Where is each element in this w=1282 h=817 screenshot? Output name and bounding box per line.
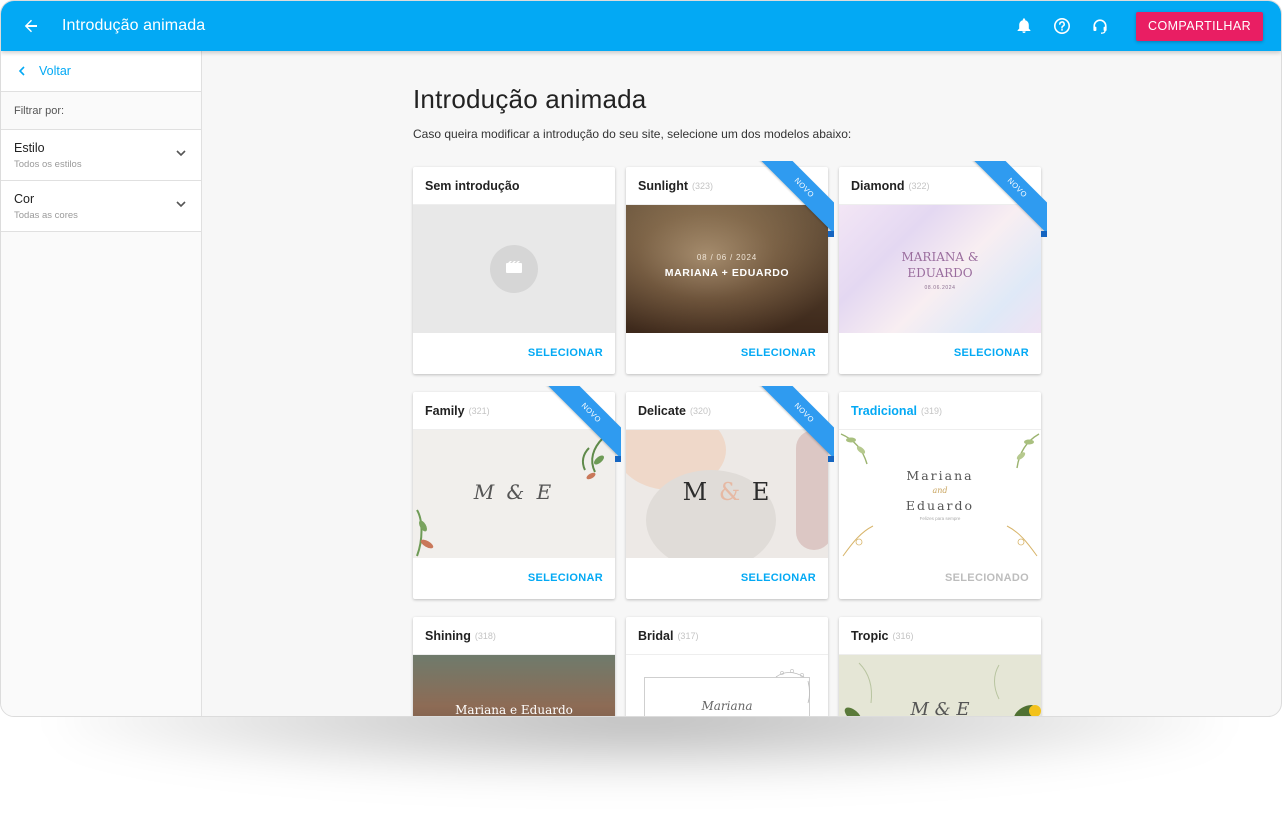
sidebar: Voltar Filtrar por: Estilo Todos os esti… (1, 51, 202, 716)
preview-and: and (932, 486, 948, 495)
sidebar-back-label: Voltar (39, 64, 71, 78)
card-header: Shining (318) (413, 617, 615, 655)
card-footer: SELECIONAR (839, 333, 1041, 373)
preview-monogram: M & E (682, 478, 772, 506)
page-description: Caso queira modificar a introdução do se… (413, 127, 852, 141)
template-card-none: Sem introdução SELECIONAR (413, 167, 615, 374)
card-count: (320) (689, 405, 711, 416)
card-title: Sunlight (638, 178, 688, 193)
video-placeholder (490, 245, 538, 293)
new-badge: NOVO (971, 161, 1047, 237)
preview-name-2: Eduardo (905, 498, 975, 513)
chevron-down-icon (175, 146, 187, 164)
top-bar: Introdução animada COMPARTILHAR (1, 1, 1281, 51)
help-icon[interactable] (1048, 12, 1076, 40)
card-count: (323) (692, 180, 714, 191)
template-card-sunlight: NOVO Sunlight (323) 08 / 06 / 2024 MARIA… (626, 161, 834, 374)
new-badge: NOVO (758, 161, 834, 237)
template-card-tradicional: Tradicional (319) Mariana and Eduardo Fe… (839, 392, 1041, 599)
card-footer: SELECIONAR (626, 333, 828, 373)
preview-names: Mariana e Eduardo (455, 703, 573, 717)
card-count: (321) (468, 405, 490, 416)
filter-color-value: Todas as cores (14, 209, 78, 221)
chevron-down-icon (175, 197, 187, 215)
card-title: Family (425, 403, 465, 418)
filter-color-title: Cor (14, 191, 35, 206)
card-title: Delicate (638, 403, 686, 418)
select-button[interactable]: SELECIONAR (741, 572, 816, 584)
card-count: (317) (677, 630, 699, 641)
new-badge: NOVO (545, 386, 621, 462)
filter-label: Filtrar por: (1, 92, 201, 130)
template-card-bridal: Bridal (317) Mariana (626, 617, 828, 716)
card-count: (322) (908, 180, 930, 191)
card-title: Shining (425, 628, 471, 643)
bell-icon[interactable] (1010, 12, 1038, 40)
filter-color[interactable]: Cor Todas as cores (1, 181, 201, 232)
preview-names: Mariana (701, 699, 753, 713)
back-arrow-icon[interactable] (17, 12, 45, 40)
card-footer: SELECIONAR (413, 333, 615, 373)
filter-style-value: Todos os estilos (14, 158, 82, 170)
top-actions: COMPARTILHAR (1000, 11, 1281, 41)
preview-monogram: M & E (473, 480, 555, 504)
support-icon[interactable] (1086, 12, 1114, 40)
chevron-left-icon (17, 66, 27, 76)
card-title: Tradicional (851, 403, 917, 418)
preview-names: MARIANA & EDUARDO (901, 250, 979, 280)
filter-style-title: Estilo (14, 140, 45, 155)
card-preview[interactable]: Mariana and Eduardo Felizes para sempre (839, 430, 1041, 558)
card-preview[interactable]: Mariana e Eduardo (413, 655, 615, 717)
template-card-shining: Shining (318) Mariana e Eduardo (413, 617, 615, 717)
app-title: Introdução animada (62, 17, 206, 34)
sidebar-back-link[interactable]: Voltar (1, 51, 201, 92)
card-footer: SELECIONAR (626, 558, 828, 598)
main-content: Introdução animada Caso queira modificar… (203, 51, 1281, 717)
select-button[interactable]: SELECIONAR (528, 347, 603, 359)
template-card-diamond: NOVO Diamond (322) MARIANA & EDUARDO 08.… (839, 161, 1047, 374)
card-title: Diamond (851, 178, 905, 193)
template-card-family: NOVO Family (321) M & E SELECIONAR (413, 386, 621, 599)
preview-names: MARIANA + EDUARDO (664, 267, 790, 279)
select-button[interactable]: SELECIONAR (741, 347, 816, 359)
select-button[interactable]: SELECIONAR (954, 347, 1029, 359)
filter-style[interactable]: Estilo Todos os estilos (1, 130, 201, 181)
card-preview[interactable]: Mariana (626, 655, 828, 716)
preview-subtitle: Felizes para sempre (919, 516, 961, 521)
card-title: Sem introdução (425, 178, 520, 193)
share-button[interactable]: COMPARTILHAR (1136, 11, 1263, 41)
selected-label: SELECIONADO (945, 572, 1029, 584)
preview-name-1: Mariana (906, 468, 974, 483)
card-preview[interactable] (413, 205, 615, 333)
card-header: Sem introdução (413, 167, 615, 205)
card-header: Tradicional (319) (839, 392, 1041, 430)
page-title: Introdução animada (413, 84, 647, 114)
preview-names: M & E (910, 699, 970, 717)
template-card-tropic: Tropic (316) M & E (839, 617, 1041, 717)
card-count: (319) (921, 405, 943, 416)
card-count: (316) (892, 630, 914, 641)
template-card-delicate: NOVO Delicate (320) M & E SELECIONAR (626, 386, 834, 599)
card-title: Tropic (851, 628, 889, 643)
card-header: Tropic (316) (839, 617, 1041, 655)
video-icon (505, 260, 523, 279)
select-button[interactable]: SELECIONAR (528, 572, 603, 584)
app-window: Introdução animada COMPARTILHAR Voltar F… (0, 0, 1282, 717)
card-title: Bridal (638, 628, 674, 643)
card-footer: SELECIONAR (413, 558, 615, 598)
preview-date: 08.06.2024 (924, 285, 956, 291)
card-preview[interactable]: M & E (839, 655, 1041, 717)
new-badge: NOVO (758, 386, 834, 462)
card-header: Bridal (317) (626, 617, 828, 655)
card-footer: SELECIONADO (839, 558, 1041, 598)
card-count: (318) (474, 630, 496, 641)
preview-date: 08 / 06 / 2024 (696, 253, 758, 262)
